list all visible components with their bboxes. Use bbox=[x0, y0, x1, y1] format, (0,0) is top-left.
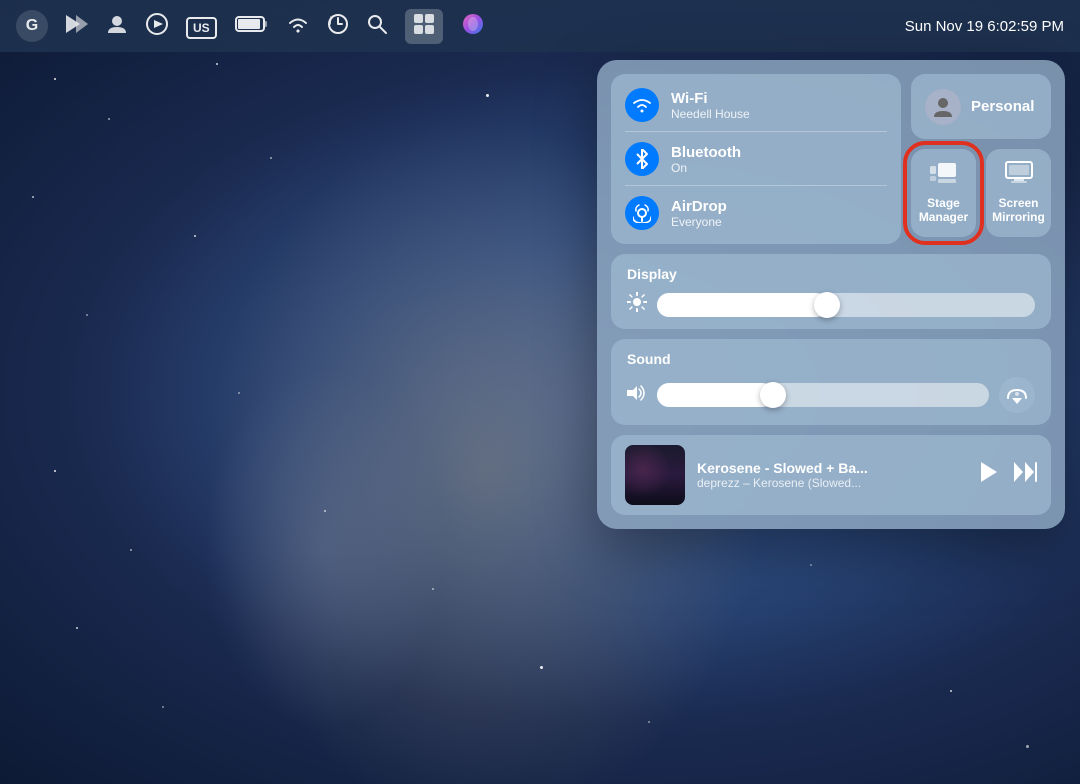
bluetooth-row[interactable]: Bluetooth On bbox=[611, 132, 901, 186]
personal-hotspot-block[interactable]: Personal bbox=[911, 74, 1051, 139]
track-info: Kerosene - Slowed + Ba... deprezz – Kero… bbox=[697, 460, 967, 490]
battery-icon[interactable] bbox=[235, 15, 269, 38]
stage-manager-icon bbox=[930, 161, 958, 192]
control-center-menubar-icon[interactable] bbox=[405, 9, 443, 44]
track-artist: deprezz – Kerosene (Slowed... bbox=[697, 476, 967, 490]
contacts-icon[interactable] bbox=[106, 13, 128, 40]
directmail-icon[interactable] bbox=[66, 15, 88, 38]
skip-forward-button[interactable] bbox=[1013, 461, 1037, 489]
brightness-slider-row bbox=[627, 292, 1035, 317]
stage-manager-highlight bbox=[903, 141, 984, 245]
menubar-right: Sun Nov 19 6:02:59 PM bbox=[905, 18, 1064, 35]
menubar: G US bbox=[0, 0, 1080, 52]
bluetooth-label: Bluetooth bbox=[671, 144, 741, 161]
wifi-text: Wi-Fi Needell House bbox=[671, 90, 750, 121]
keyboard-input-icon[interactable]: US bbox=[186, 16, 217, 37]
airdrop-text: AirDrop Everyone bbox=[671, 198, 727, 229]
keyboard-badge: US bbox=[186, 17, 217, 39]
spotlight-icon[interactable] bbox=[367, 14, 387, 39]
wifi-icon-wrap bbox=[625, 88, 659, 122]
sound-section: Sound bbox=[611, 339, 1051, 425]
album-art bbox=[625, 445, 685, 505]
track-title: Kerosene - Slowed + Ba... bbox=[697, 460, 967, 476]
now-playing-section: Kerosene - Slowed + Ba... deprezz – Kero… bbox=[611, 435, 1051, 515]
grammarly-icon[interactable]: G bbox=[16, 10, 48, 42]
bluetooth-icon-wrap bbox=[625, 142, 659, 176]
screen-mirroring-icon bbox=[1005, 161, 1033, 192]
personal-hotspot-icon bbox=[925, 89, 961, 125]
menubar-datetime: Sun Nov 19 6:02:59 PM bbox=[905, 18, 1064, 35]
stage-screen-row: Stage Manager Screen Mirroring bbox=[911, 149, 1051, 237]
wifi-sublabel: Needell House bbox=[671, 107, 750, 121]
bluetooth-sublabel: On bbox=[671, 161, 741, 175]
right-col: Personal Stage Manager bbox=[911, 74, 1051, 244]
volume-slider[interactable] bbox=[657, 383, 989, 407]
connectivity-block: Wi-Fi Needell House Bluetooth On bbox=[611, 74, 901, 244]
display-section: Display bbox=[611, 254, 1051, 329]
wifi-row[interactable]: Wi-Fi Needell House bbox=[611, 78, 901, 132]
airdrop-label: AirDrop bbox=[671, 198, 727, 215]
stage-manager-tile[interactable]: Stage Manager bbox=[911, 149, 976, 237]
cc-top-row: Wi-Fi Needell House Bluetooth On bbox=[611, 74, 1051, 244]
volume-icon bbox=[627, 384, 647, 407]
menubar-left: G US bbox=[16, 9, 485, 44]
volume-slider-row bbox=[627, 377, 1035, 413]
reeder-icon[interactable] bbox=[146, 13, 168, 40]
time-machine-icon[interactable] bbox=[327, 13, 349, 40]
play-button[interactable] bbox=[979, 461, 999, 489]
volume-fill bbox=[657, 383, 773, 407]
airdrop-row[interactable]: AirDrop Everyone bbox=[611, 186, 901, 240]
siri-icon[interactable] bbox=[461, 12, 485, 41]
airplay-output-button[interactable] bbox=[999, 377, 1035, 413]
bluetooth-text: Bluetooth On bbox=[671, 144, 741, 175]
airdrop-sublabel: Everyone bbox=[671, 215, 727, 229]
brightness-fill bbox=[657, 293, 827, 317]
control-center-panel: Wi-Fi Needell House Bluetooth On bbox=[597, 60, 1065, 529]
wifi-label: Wi-Fi bbox=[671, 90, 750, 107]
personal-hotspot-label: Personal bbox=[971, 98, 1034, 115]
stage-manager-label: Stage Manager bbox=[917, 196, 970, 225]
playback-controls bbox=[979, 461, 1037, 489]
brightness-slider[interactable] bbox=[657, 293, 1035, 317]
volume-thumb[interactable] bbox=[760, 382, 786, 408]
brightness-thumb[interactable] bbox=[814, 292, 840, 318]
album-art-inner bbox=[625, 445, 685, 505]
airdrop-icon-wrap bbox=[625, 196, 659, 230]
wifi-menubar-icon[interactable] bbox=[287, 15, 309, 38]
brightness-icon bbox=[627, 292, 647, 317]
display-title: Display bbox=[627, 266, 1035, 282]
screen-mirroring-label: Screen Mirroring bbox=[992, 196, 1045, 225]
screen-mirroring-tile[interactable]: Screen Mirroring bbox=[986, 149, 1051, 237]
sound-title: Sound bbox=[627, 351, 1035, 367]
